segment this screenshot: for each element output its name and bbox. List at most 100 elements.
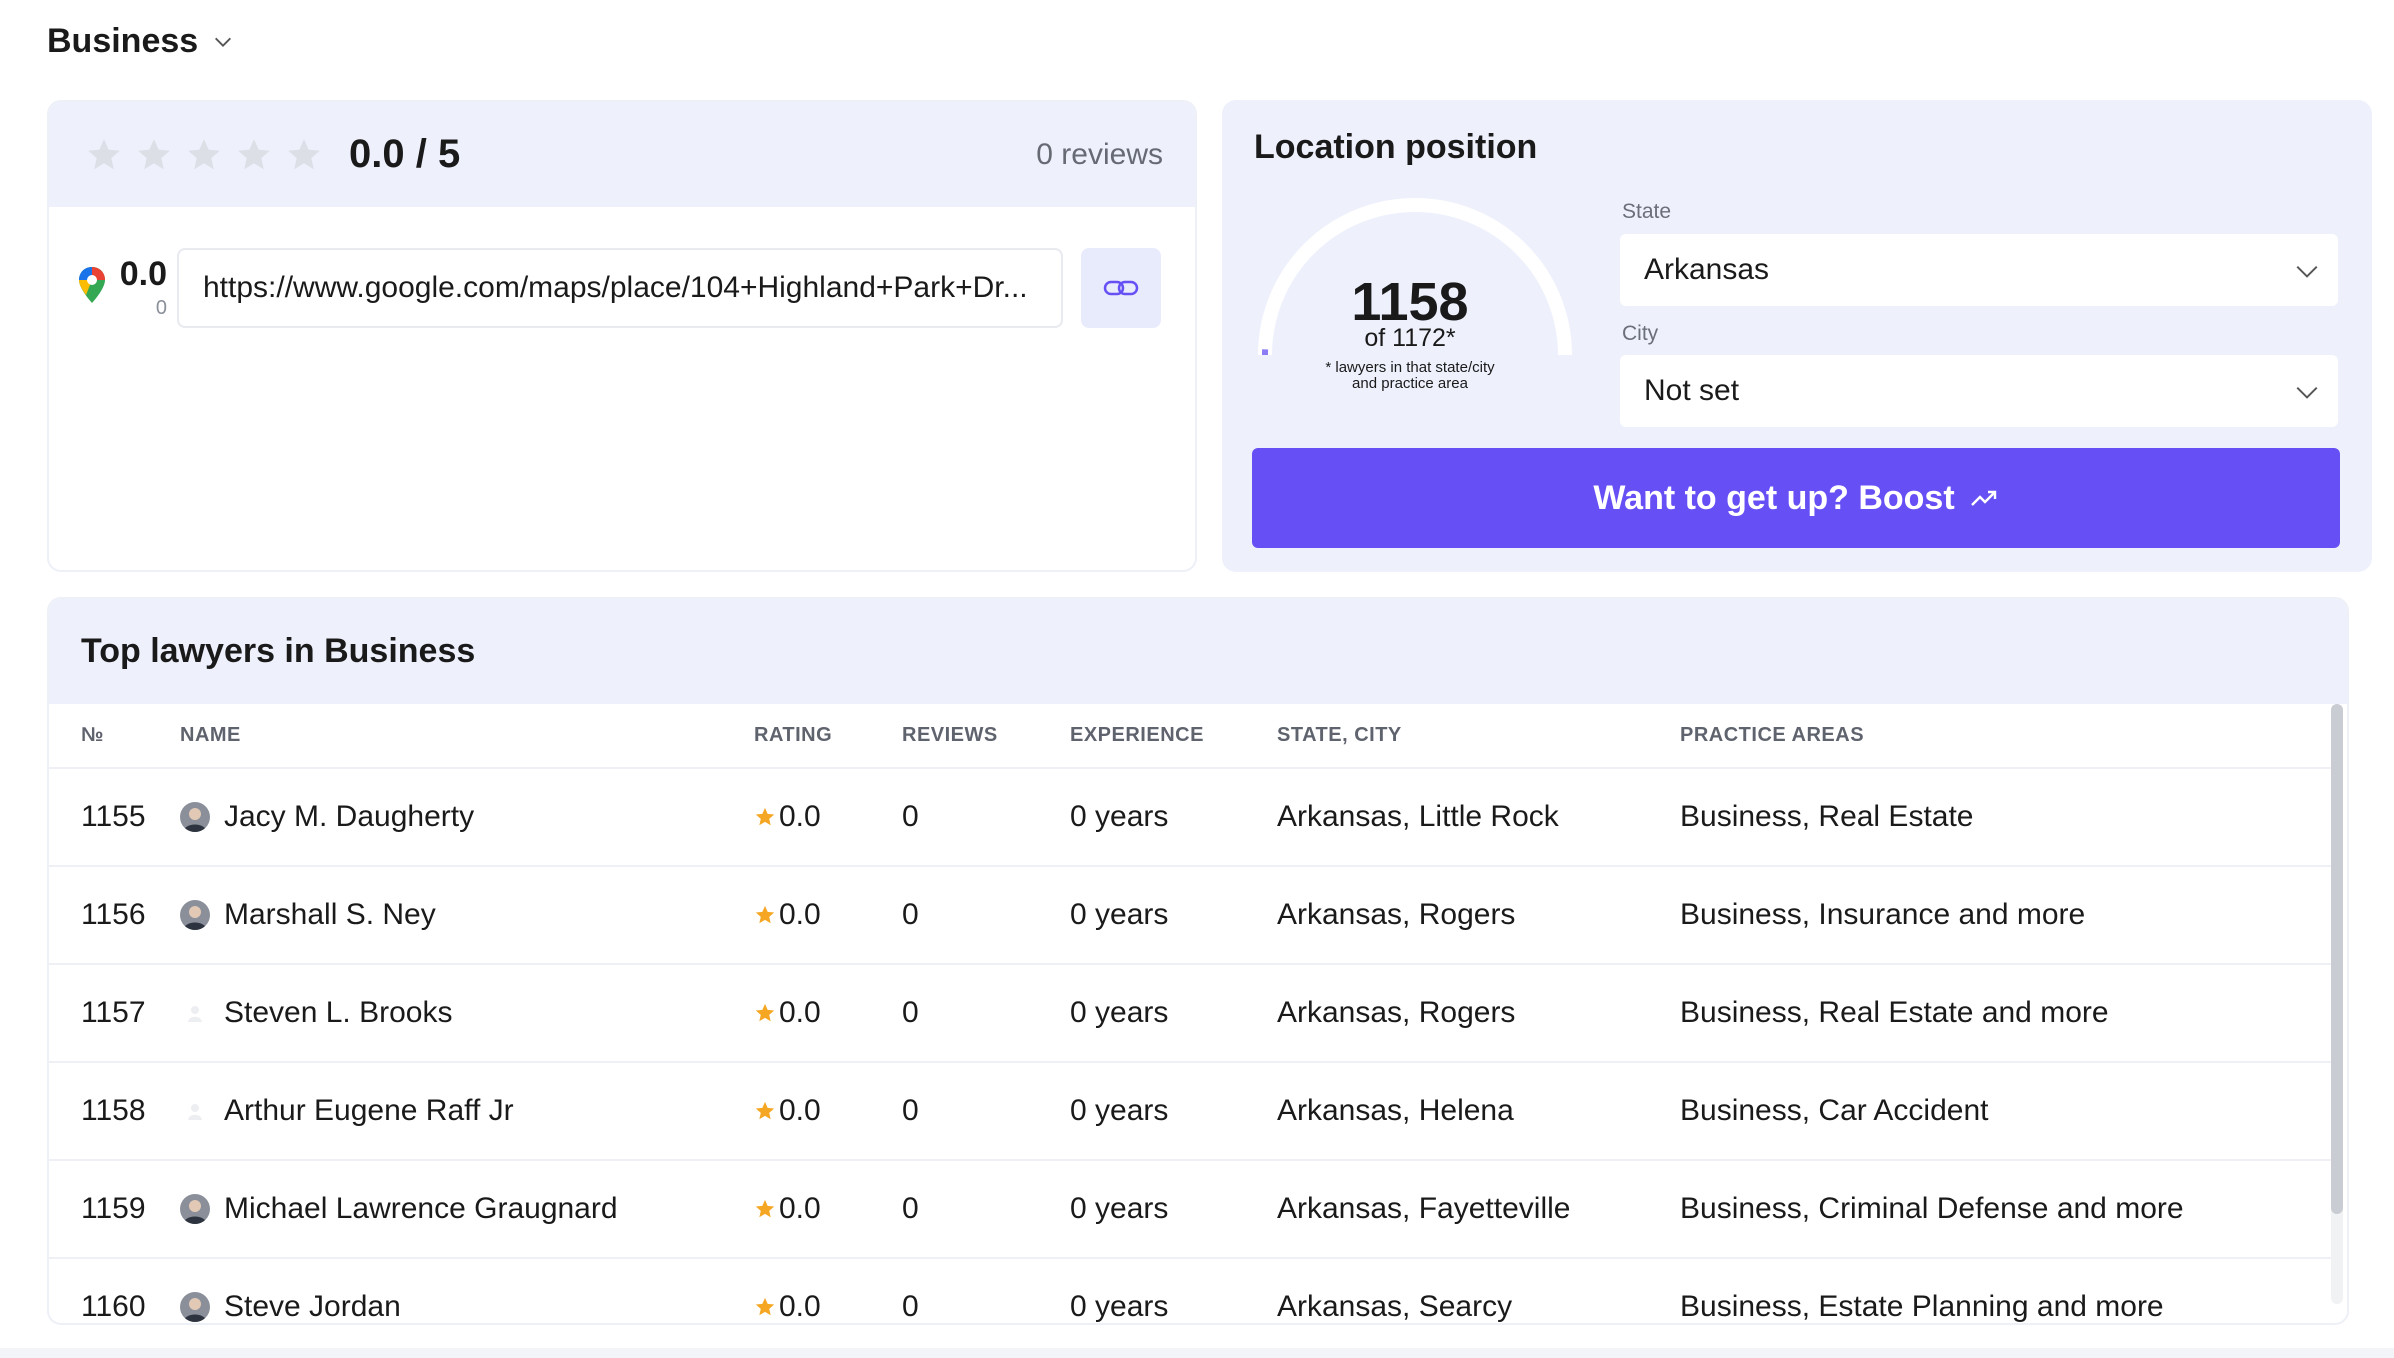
rating-cell: 0.0 [754,768,902,867]
reviews-cell: 0 [902,1160,1070,1259]
practice-areas-cell: Business, Estate Planning and more [1680,1258,2335,1323]
reviews-cell: 0 [902,866,1070,965]
page-bottom-strip [0,1348,2394,1358]
experience-cell: 0 years [1070,1062,1277,1161]
practice-areas-cell: Business, Insurance and more [1680,866,2335,965]
column-header-rank[interactable]: № [49,704,180,769]
experience-cell: 0 years [1070,964,1277,1063]
rating-cell: 0.0 [754,1062,902,1161]
avatar [180,802,210,832]
avatar [180,1292,210,1322]
table-row[interactable]: 1156 Marshall S. Ney 0.0 0 0 years Arkansas, … [49,866,2335,965]
location-cell: Arkansas, Helena [1277,1062,1680,1161]
column-header-practice-areas[interactable]: PRACTICE AREAS [1680,704,2335,769]
lawyer-name[interactable]: Steve Jordan [224,1290,401,1323]
rating-value: 0.0 [779,1094,821,1127]
rank-cell: 1155 [49,768,180,867]
rank-cell: 1160 [49,1258,180,1323]
table-row[interactable]: 1158 Arthur Eugene Raff Jr 0.0 0 0 years Arka… [49,1062,2335,1161]
position-note-line2: and practice area [1352,375,1468,392]
star-icon [138,138,170,169]
place-url-field[interactable]: https://www.google.com/maps/place/104+Hi… [177,248,1063,328]
practice-area-dropdown[interactable]: Business [47,22,234,61]
column-header-location[interactable]: STATE, CITY [1277,704,1680,769]
location-cell: Arkansas, Little Rock [1277,768,1680,867]
top-lawyers-header: Top lawyers in Business [49,599,2347,704]
star-icon [88,138,120,169]
column-header-experience[interactable]: EXPERIENCE [1070,704,1277,769]
practice-areas-cell: Business, Criminal Defense and more [1680,1160,2335,1259]
table-row[interactable]: 1155 Jacy M. Daugherty 0.0 0 0 years Arkansas… [49,768,2335,867]
column-header-name[interactable]: NAME [180,704,754,769]
rating-cell: 0.0 [754,866,902,965]
city-value: Not set [1644,374,1740,407]
page: Business 0.0 / 5 0 reviews 0.0 0 https:/… [0,0,2394,1358]
location-cell: Arkansas, Rogers [1277,964,1680,1063]
lawyer-name[interactable]: Marshall S. Ney [224,898,436,932]
link-icon [1103,280,1139,296]
rating-card: 0.0 / 5 0 reviews 0.0 0 https://www.goog… [47,100,1197,572]
city-select[interactable]: Not set [1620,355,2338,427]
practice-areas-cell: Business, Car Accident [1680,1062,2335,1161]
lawyer-name[interactable]: Michael Lawrence Graugnard [224,1192,618,1226]
state-select[interactable]: Arkansas [1620,234,2338,306]
location-cell: Arkansas, Fayetteville [1277,1160,1680,1259]
position-note: * lawyers in that state/city and practic… [1250,360,1570,392]
trending-up-icon [1970,490,1996,506]
boost-button[interactable]: Want to get up? Boost [1252,448,2340,548]
experience-cell: 0 years [1070,1160,1277,1259]
name-cell[interactable]: Arthur Eugene Raff Jr [180,1062,754,1161]
star-rating [85,136,323,174]
reviews-cell: 0 [902,768,1070,867]
table-row[interactable]: 1160 Steve Jordan 0.0 0 0 years Arkansas, Sea… [49,1258,2335,1323]
avatar [180,1096,210,1126]
name-cell[interactable]: Steven L. Brooks [180,964,754,1063]
column-header-rating[interactable]: RATING [754,704,902,769]
rating-star-icon [755,807,775,826]
scrollbar-thumb[interactable] [2331,704,2343,1214]
chevron-down-icon [2296,265,2318,278]
scrollbar[interactable] [2331,704,2343,1304]
table-row[interactable]: 1159 Michael Lawrence Graugnard 0.0 0 0 year… [49,1160,2335,1259]
lawyer-name[interactable]: Arthur Eugene Raff Jr [224,1094,514,1128]
name-cell[interactable]: Jacy M. Daugherty [180,768,754,867]
rating-star-icon [755,1199,775,1218]
table-header-row: № NAME RATING REVIEWS EXPERIENCE STATE, … [49,704,2335,769]
google-score-value: 0.0 [119,254,167,293]
table-row[interactable]: 1157 Steven L. Brooks 0.0 0 0 years Arkansas,… [49,964,2335,1063]
state-label: State [1622,200,1672,223]
avatar [180,900,210,930]
lawyer-name[interactable]: Jacy M. Daugherty [224,800,474,834]
lawyers-table: № NAME RATING REVIEWS EXPERIENCE STATE, … [49,704,2335,1323]
page-title: Business [47,22,199,60]
location-card: Location position 1158 of 1172* * lawyer… [1222,100,2372,572]
google-review-count: 0 [155,296,167,319]
chevron-down-icon [215,37,232,47]
name-cell[interactable]: Steve Jordan [180,1258,754,1323]
chevron-down-icon [2296,386,2318,399]
experience-cell: 0 years [1070,866,1277,965]
link-button[interactable] [1081,248,1161,328]
reviews-count: 0 reviews [1036,137,1163,171]
rating-score: 0.0 / 5 [349,132,461,176]
google-score: 0.0 0 [113,257,167,320]
rank-cell: 1158 [49,1062,180,1161]
rating-value: 0.0 [779,800,821,833]
rating-header: 0.0 / 5 0 reviews [49,102,1195,207]
star-icon [288,138,320,169]
lawyer-name[interactable]: Steven L. Brooks [224,996,452,1030]
state-value: Arkansas [1644,253,1770,286]
name-cell[interactable]: Michael Lawrence Graugnard [180,1160,754,1259]
name-cell[interactable]: Marshall S. Ney [180,866,754,965]
star-icon [188,138,220,169]
rank-cell: 1157 [49,964,180,1063]
rating-value: 0.0 [779,996,821,1029]
experience-cell: 0 years [1070,1258,1277,1323]
top-lawyers-card: Top lawyers in Business № NAME RATING RE… [47,597,2349,1325]
location-title: Location position [1254,128,1538,166]
column-header-reviews[interactable]: REVIEWS [902,704,1070,769]
practice-areas-cell: Business, Real Estate [1680,768,2335,867]
rating-value: 0.0 [779,898,821,931]
reviews-cell: 0 [902,964,1070,1063]
rating-cell: 0.0 [754,1258,902,1323]
